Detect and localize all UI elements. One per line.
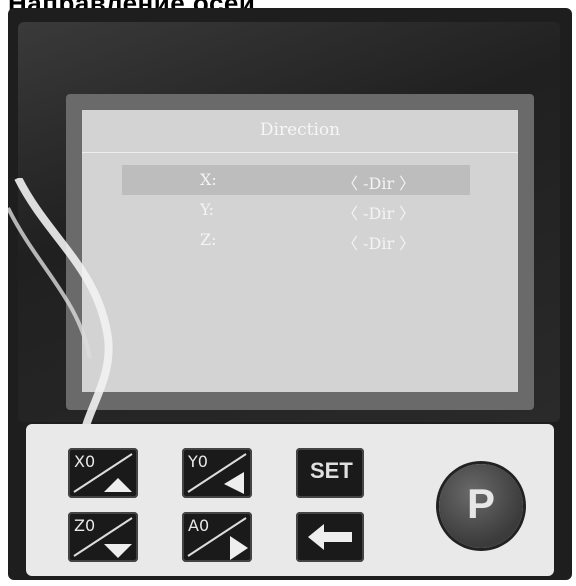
- up-triangle-icon: [73, 453, 133, 493]
- row-label: X:: [200, 170, 217, 189]
- lcd-screen: Direction X: 〈 -Dir 〉 Y: 〈 -Dir 〉 Z: 〈 -…: [82, 110, 518, 392]
- z0-down-button[interactable]: Z0: [68, 512, 138, 562]
- direction-row-y[interactable]: Y: 〈 -Dir 〉: [122, 195, 470, 225]
- row-label: Z:: [200, 230, 217, 249]
- screen-title: Direction: [259, 120, 341, 140]
- row-value[interactable]: 〈 -Dir 〉: [342, 200, 415, 224]
- a0-right-button[interactable]: A0: [182, 512, 252, 562]
- left-triangle-icon: [187, 453, 247, 494]
- screen-frame: Direction X: 〈 -Dir 〉 Y: 〈 -Dir 〉 Z: 〈 -…: [66, 94, 534, 410]
- x0-up-button[interactable]: X0: [68, 448, 138, 498]
- back-button[interactable]: [296, 512, 364, 562]
- down-triangle-icon: [73, 517, 133, 558]
- right-triangle-icon: [187, 517, 248, 560]
- row-value[interactable]: 〈 -Dir 〉: [342, 230, 415, 254]
- row-value[interactable]: 〈 -Dir 〉: [342, 170, 415, 194]
- set-button[interactable]: SET: [296, 448, 364, 498]
- keypad: X0 Y0 SET Z0 A0 P: [26, 424, 554, 576]
- controller-device: Direction X: 〈 -Dir 〉 Y: 〈 -Dir 〉 Z: 〈 -…: [8, 8, 572, 580]
- p-program-button[interactable]: P: [439, 464, 523, 548]
- y0-left-button[interactable]: Y0: [182, 448, 252, 498]
- key-label: SET: [310, 458, 353, 483]
- direction-row-z[interactable]: Z: 〈 -Dir 〉: [122, 225, 470, 255]
- direction-row-x[interactable]: X: 〈 -Dir 〉: [122, 165, 470, 195]
- key-label: P: [466, 480, 495, 527]
- row-label: Y:: [200, 200, 214, 219]
- title-divider: [82, 152, 518, 153]
- left-arrow-icon: [308, 524, 352, 550]
